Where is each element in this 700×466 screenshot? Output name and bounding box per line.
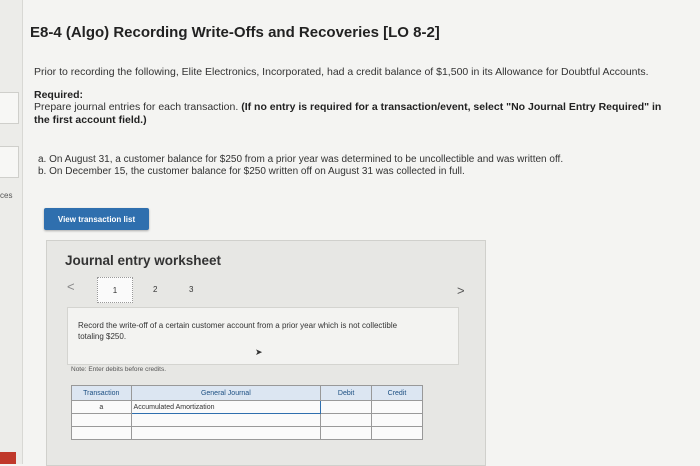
journal-entry-worksheet: Journal entry worksheet < 1 2 3 > Record… bbox=[46, 240, 486, 466]
worksheet-title: Journal entry worksheet bbox=[65, 253, 222, 268]
debit-field[interactable] bbox=[320, 413, 372, 427]
table-row bbox=[71, 413, 423, 427]
prev-entry-button[interactable]: < bbox=[67, 279, 75, 294]
sidebar-tab[interactable] bbox=[0, 92, 19, 124]
credit-field[interactable] bbox=[371, 426, 423, 440]
page-title: E8-4 (Algo) Recording Write-Offs and Rec… bbox=[30, 24, 440, 41]
account-field[interactable] bbox=[130, 426, 322, 440]
account-field[interactable] bbox=[130, 413, 322, 427]
left-sidebar: ces bbox=[0, 0, 23, 464]
credit-field[interactable] bbox=[371, 400, 423, 414]
transaction-cell bbox=[71, 413, 132, 427]
required-text: Prepare journal entries for each transac… bbox=[34, 101, 674, 127]
table-row bbox=[71, 426, 423, 440]
status-marker bbox=[0, 452, 16, 464]
required-instruction: Prepare journal entries for each transac… bbox=[34, 101, 239, 113]
entry-description: Record the write-off of a certain custom… bbox=[78, 321, 398, 341]
transaction-list: a. On August 31, a customer balance for … bbox=[38, 154, 563, 178]
table-row: a Accumulated Amortization bbox=[71, 400, 423, 414]
entry-tab-1[interactable]: 1 bbox=[97, 277, 133, 303]
header-transaction: Transaction bbox=[71, 385, 132, 401]
transaction-cell bbox=[71, 426, 132, 440]
journal-table: Transaction General Journal Debit Credit… bbox=[71, 385, 423, 440]
entry-description-box: Record the write-off of a certain custom… bbox=[67, 307, 459, 365]
entry-tab-3[interactable]: 3 bbox=[189, 285, 193, 294]
header-general-journal: General Journal bbox=[130, 385, 322, 401]
sidebar-tab[interactable] bbox=[0, 146, 19, 178]
next-entry-button[interactable]: > bbox=[457, 283, 465, 298]
account-field[interactable]: Accumulated Amortization bbox=[130, 400, 322, 414]
entry-note: Note: Enter debits before credits. bbox=[71, 366, 167, 373]
view-transaction-list-button[interactable]: View transaction list bbox=[44, 208, 149, 230]
credit-field[interactable] bbox=[371, 413, 423, 427]
transaction-cell: a bbox=[71, 400, 132, 414]
required-heading: Required: bbox=[34, 89, 84, 101]
mouse-cursor-icon: ➤ bbox=[255, 347, 263, 357]
sidebar-label: ces bbox=[0, 191, 13, 200]
entry-tab-2[interactable]: 2 bbox=[153, 285, 157, 294]
header-credit: Credit bbox=[371, 385, 423, 401]
intro-text: Prior to recording the following, Elite … bbox=[34, 66, 649, 78]
debit-field[interactable] bbox=[320, 400, 372, 414]
header-debit: Debit bbox=[320, 385, 372, 401]
transaction-item-a: a. On August 31, a customer balance for … bbox=[38, 154, 564, 165]
debit-field[interactable] bbox=[320, 426, 372, 440]
transaction-item-b: b. On December 15, the customer balance … bbox=[38, 166, 465, 177]
